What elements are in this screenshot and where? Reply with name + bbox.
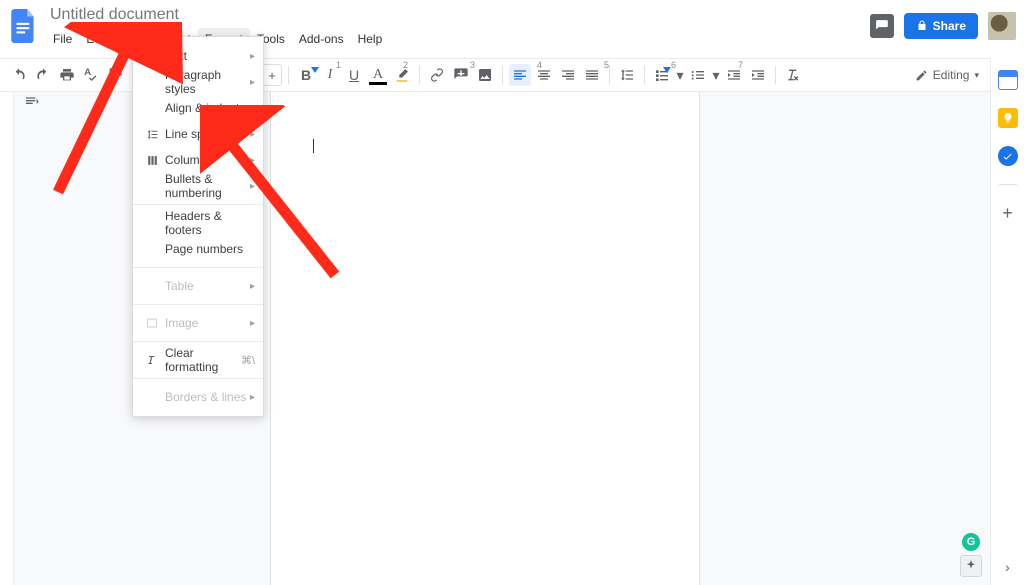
line-spacing-icon xyxy=(143,128,161,141)
grammarly-badge[interactable]: G xyxy=(962,533,980,551)
get-addons-button[interactable]: + xyxy=(1002,203,1013,224)
format-menu-dropdown: Text▸ Paragraph styles▸ Align & indent▸ … xyxy=(132,36,264,417)
menu-separator xyxy=(133,204,263,205)
comments-button[interactable] xyxy=(870,14,894,38)
menu-label: Text xyxy=(161,49,250,63)
ruler-mark: 3 xyxy=(470,60,475,70)
ruler-mark: 1 xyxy=(336,60,341,70)
ruler-mark: 2 xyxy=(403,60,408,70)
submenu-arrow-icon: ▸ xyxy=(250,77,255,88)
menu-separator xyxy=(133,378,263,379)
menu-label: Page numbers xyxy=(161,242,255,256)
image-icon xyxy=(143,317,161,329)
submenu-arrow-icon: ▸ xyxy=(250,281,255,292)
format-text-item[interactable]: Text▸ xyxy=(133,43,263,69)
account-avatar[interactable] xyxy=(988,12,1016,40)
ruler-mark: 6 xyxy=(671,60,676,70)
menu-separator xyxy=(133,341,263,342)
format-table-item: Table▸ xyxy=(133,273,263,299)
submenu-arrow-icon: ▸ xyxy=(250,103,255,114)
menu-label: Headers & footers xyxy=(161,209,255,237)
format-page-numbers-item[interactable]: Page numbers xyxy=(133,236,263,262)
ruler-mark: 7 xyxy=(738,60,743,70)
format-line-spacing-item[interactable]: Line spacing▸ xyxy=(133,121,263,147)
tasks-addon-button[interactable] xyxy=(998,146,1018,166)
header-actions: Share xyxy=(870,12,1016,40)
format-bullets-numbering-item[interactable]: Bullets & numbering▸ xyxy=(133,173,263,199)
menu-label: Line spacing xyxy=(161,127,250,141)
ruler-mark: 4 xyxy=(537,60,542,70)
menu-label: Table xyxy=(161,279,250,293)
submenu-arrow-icon: ▸ xyxy=(250,129,255,140)
menu-label: Borders & lines xyxy=(161,390,250,404)
menu-label: Paragraph styles xyxy=(161,68,250,96)
columns-icon xyxy=(143,154,161,167)
share-button[interactable]: Share xyxy=(904,13,978,39)
menu-label: Columns xyxy=(161,153,250,167)
outline-toggle-button[interactable] xyxy=(22,92,42,112)
menu-separator xyxy=(133,304,263,305)
explore-button[interactable] xyxy=(960,555,982,577)
side-panel-separator xyxy=(999,184,1017,185)
menu-help[interactable]: Help xyxy=(351,28,390,50)
submenu-arrow-icon: ▸ xyxy=(250,392,255,403)
menu-file[interactable]: File xyxy=(46,28,79,50)
menu-separator xyxy=(133,267,263,268)
text-cursor xyxy=(313,139,314,153)
menu-label: Image xyxy=(161,316,250,330)
menu-edit[interactable]: Edit xyxy=(79,28,114,50)
format-align-indent-item[interactable]: Align & indent▸ xyxy=(133,95,263,121)
share-label: Share xyxy=(933,19,966,33)
menu-label: Bullets & numbering xyxy=(161,172,250,200)
format-columns-item[interactable]: Columns▸ xyxy=(133,147,263,173)
ruler-indent-marker[interactable] xyxy=(311,67,319,73)
menu-label: Clear formatting xyxy=(161,346,241,374)
submenu-arrow-icon: ▸ xyxy=(250,318,255,329)
document-title[interactable]: Untitled document xyxy=(46,4,389,26)
document-page[interactable] xyxy=(270,92,700,585)
calendar-addon-button[interactable] xyxy=(998,70,1018,90)
ruler-mark: 5 xyxy=(604,60,609,70)
submenu-arrow-icon: ▸ xyxy=(250,155,255,166)
format-clear-formatting-item[interactable]: Clear formatting⌘\ xyxy=(133,347,263,373)
format-borders-lines-item: Borders & lines▸ xyxy=(133,384,263,410)
clear-formatting-icon xyxy=(143,354,161,366)
side-panel: + › xyxy=(990,58,1024,585)
ruler-right-marker[interactable] xyxy=(663,67,671,73)
submenu-arrow-icon: ▸ xyxy=(250,181,255,192)
hide-side-panel-button[interactable]: › xyxy=(1005,559,1010,575)
submenu-arrow-icon: ▸ xyxy=(250,51,255,62)
keep-addon-button[interactable] xyxy=(998,108,1018,128)
menu-shortcut: ⌘\ xyxy=(241,354,255,367)
format-paragraph-styles-item[interactable]: Paragraph styles▸ xyxy=(133,69,263,95)
menu-addons[interactable]: Add-ons xyxy=(292,28,351,50)
lock-icon xyxy=(916,20,928,32)
menu-label: Align & indent xyxy=(161,101,250,115)
vertical-ruler[interactable] xyxy=(0,92,14,585)
docs-logo[interactable] xyxy=(8,6,40,46)
format-image-item: Image▸ xyxy=(133,310,263,336)
format-headers-footers-item[interactable]: Headers & footers xyxy=(133,210,263,236)
